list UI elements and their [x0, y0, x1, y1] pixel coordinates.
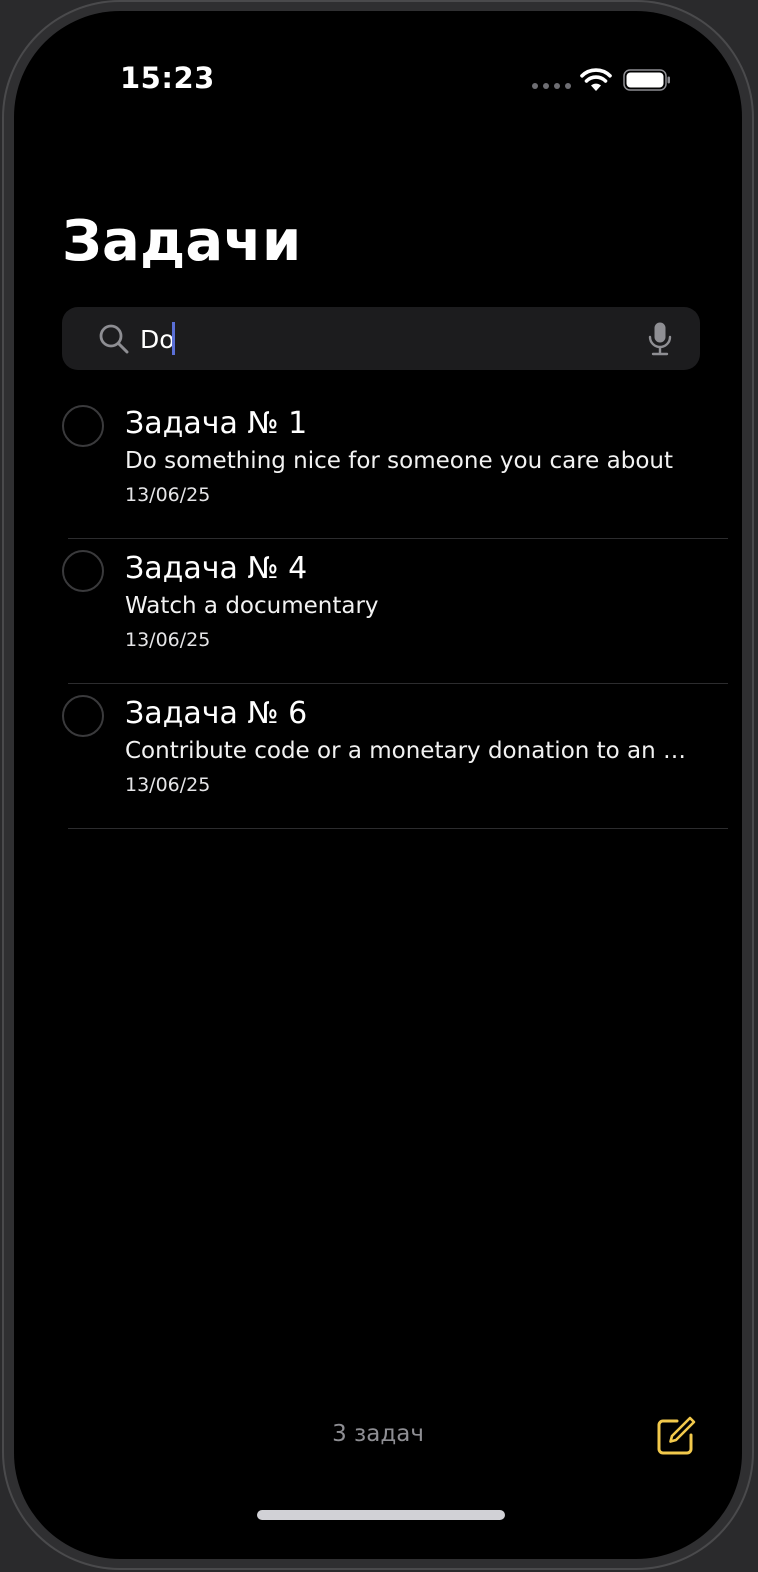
- task-row[interactable]: Задача № 6 Contribute code or a monetary…: [14, 684, 742, 829]
- task-list: Задача № 1 Do something nice for someone…: [14, 394, 742, 829]
- compose-icon[interactable]: [655, 1415, 697, 1457]
- task-date: 13/06/25: [125, 484, 211, 506]
- mic-icon[interactable]: [646, 321, 674, 357]
- task-row[interactable]: Задача № 4 Watch a documentary 13/06/25: [14, 539, 742, 684]
- task-count: 3 задач: [332, 1421, 424, 1447]
- task-date: 13/06/25: [125, 629, 211, 651]
- task-title: Задача № 1: [125, 406, 308, 441]
- task-description: Contribute code or a monetary donation t…: [125, 738, 695, 764]
- device-frame: 15:23 Задачи Do Задача № 1 Do something …: [2, 0, 754, 1570]
- task-checkbox[interactable]: [62, 405, 104, 447]
- task-checkbox[interactable]: [62, 550, 104, 592]
- page-title: Задачи: [62, 209, 302, 274]
- task-date: 13/06/25: [125, 774, 211, 796]
- home-indicator[interactable]: [257, 1510, 505, 1520]
- task-checkbox[interactable]: [62, 695, 104, 737]
- row-divider: [68, 828, 728, 829]
- task-description: Do something nice for someone you care a…: [125, 448, 673, 474]
- search-input[interactable]: [140, 323, 620, 355]
- search-icon: [99, 324, 129, 354]
- status-time: 15:23: [120, 61, 215, 95]
- task-row[interactable]: Задача № 1 Do something nice for someone…: [14, 394, 742, 539]
- battery-icon: [623, 69, 670, 91]
- task-description: Watch a documentary: [125, 593, 379, 619]
- cellular-signal-icon: [532, 83, 571, 89]
- task-title: Задача № 4: [125, 551, 308, 586]
- wifi-icon: [580, 68, 612, 91]
- task-title: Задача № 6: [125, 696, 308, 731]
- screen: 15:23 Задачи Do Задача № 1 Do something …: [14, 11, 742, 1559]
- text-cursor: [172, 322, 175, 355]
- search-bar[interactable]: [62, 307, 700, 370]
